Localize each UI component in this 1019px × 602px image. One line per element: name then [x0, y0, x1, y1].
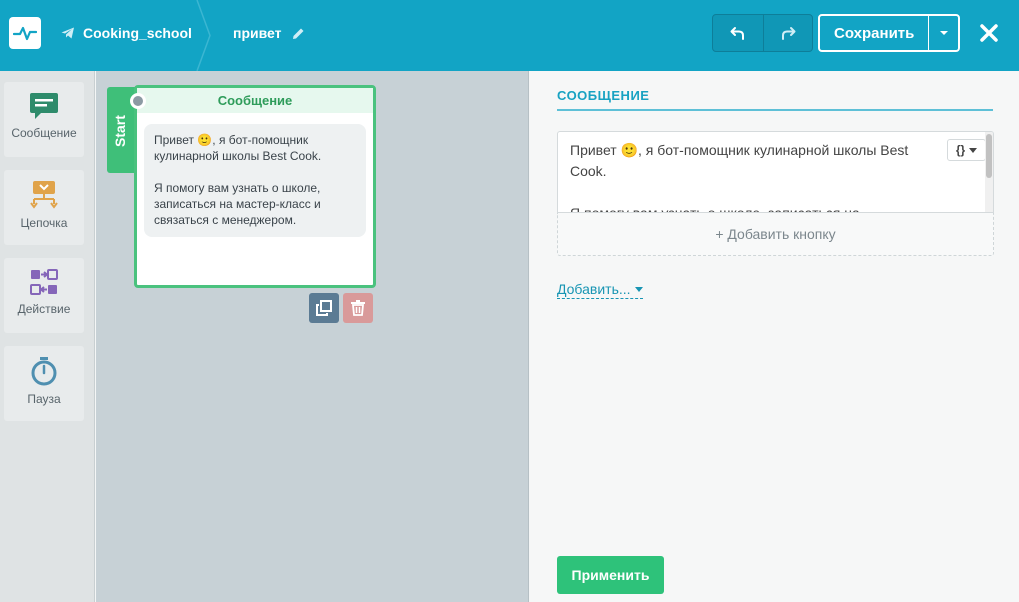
node-message-preview: Привет 🙂, я бот-помощник кулинарной школ… [144, 124, 366, 237]
node-message-line: Привет 🙂, я бот-помощник кулинарной школ… [154, 133, 322, 163]
message-line: Я помогу вам узнать о школе, записаться … [570, 205, 860, 213]
caret-down-icon [969, 147, 978, 153]
history-controls [712, 14, 813, 52]
message-textarea[interactable]: Привет 🙂, я бот-помощник кулинарной школ… [557, 131, 994, 213]
redo-button[interactable] [762, 15, 813, 51]
save-options-button[interactable] [928, 16, 958, 50]
start-label: Start [112, 115, 128, 147]
caret-down-icon [634, 286, 643, 292]
flow-name: привет [233, 25, 282, 41]
trash-icon [351, 300, 365, 316]
message-text: Привет 🙂, я бот-помощник кулинарной школ… [570, 140, 915, 213]
top-bar: Cooking_school привет Сохранить [0, 0, 1019, 71]
redo-icon [781, 27, 796, 40]
breadcrumb-bot[interactable]: Cooking_school [61, 25, 192, 41]
message-line: Привет 🙂, я бот-помощник кулинарной школ… [570, 142, 909, 179]
palette-item-label: Сообщение [11, 126, 77, 140]
breadcrumb-separator [196, 0, 211, 71]
action-icon [30, 269, 58, 295]
insert-variable-button[interactable]: {} [947, 139, 986, 161]
save-controls: Сохранить [818, 14, 960, 52]
title-underline [557, 109, 993, 111]
node-title: Сообщение [137, 88, 373, 113]
breadcrumb-flow[interactable]: привет [233, 25, 305, 41]
variable-braces-icon: {} [955, 143, 966, 157]
node-input-port[interactable] [130, 93, 146, 109]
copy-icon [316, 300, 332, 316]
block-palette: Сообщение Цепочка Действие Пауза [0, 71, 95, 602]
scrollbar-thumb[interactable] [986, 134, 992, 178]
app-logo[interactable] [9, 17, 41, 49]
panel-title: СООБЩЕНИЕ [557, 88, 650, 103]
message-icon [30, 93, 58, 119]
delete-node-button[interactable] [343, 293, 373, 323]
undo-icon [730, 27, 744, 40]
palette-item-label: Действие [17, 302, 71, 316]
smiley-icon [993, 141, 994, 159]
textarea-scrollbar[interactable] [985, 132, 993, 212]
bot-name: Cooking_school [83, 25, 192, 41]
close-icon [980, 24, 998, 42]
close-button[interactable] [974, 17, 1004, 49]
palette-item-chain[interactable]: Цепочка [4, 170, 84, 245]
add-more-dropdown[interactable]: Добавить... [557, 281, 643, 299]
apply-button[interactable]: Применить [557, 556, 664, 594]
pulse-icon [13, 26, 37, 41]
palette-item-label: Пауза [27, 392, 61, 406]
palette-item-message[interactable]: Сообщение [4, 82, 84, 157]
telegram-icon [61, 27, 74, 39]
palette-item-action[interactable]: Действие [4, 258, 84, 333]
emoji-button[interactable] [993, 141, 994, 164]
add-more-label: Добавить... [557, 281, 631, 297]
caret-down-icon [939, 31, 948, 35]
timer-icon [31, 357, 57, 386]
pencil-icon[interactable] [292, 27, 305, 40]
save-button[interactable]: Сохранить [820, 16, 928, 50]
copy-node-button[interactable] [309, 293, 339, 323]
node-message-line: Я помогу вам узнать о школе, записаться … [154, 181, 321, 227]
palette-item-label: Цепочка [20, 216, 68, 230]
add-button-button[interactable]: + Добавить кнопку [557, 213, 994, 256]
chain-icon [30, 181, 58, 209]
properties-panel: СООБЩЕНИЕ Привет 🙂, я бот-помощник кулин… [530, 71, 1019, 602]
message-node[interactable]: Сообщение Привет 🙂, я бот-помощник кулин… [130, 85, 376, 288]
undo-button[interactable] [713, 15, 763, 51]
palette-item-pause[interactable]: Пауза [4, 346, 84, 421]
